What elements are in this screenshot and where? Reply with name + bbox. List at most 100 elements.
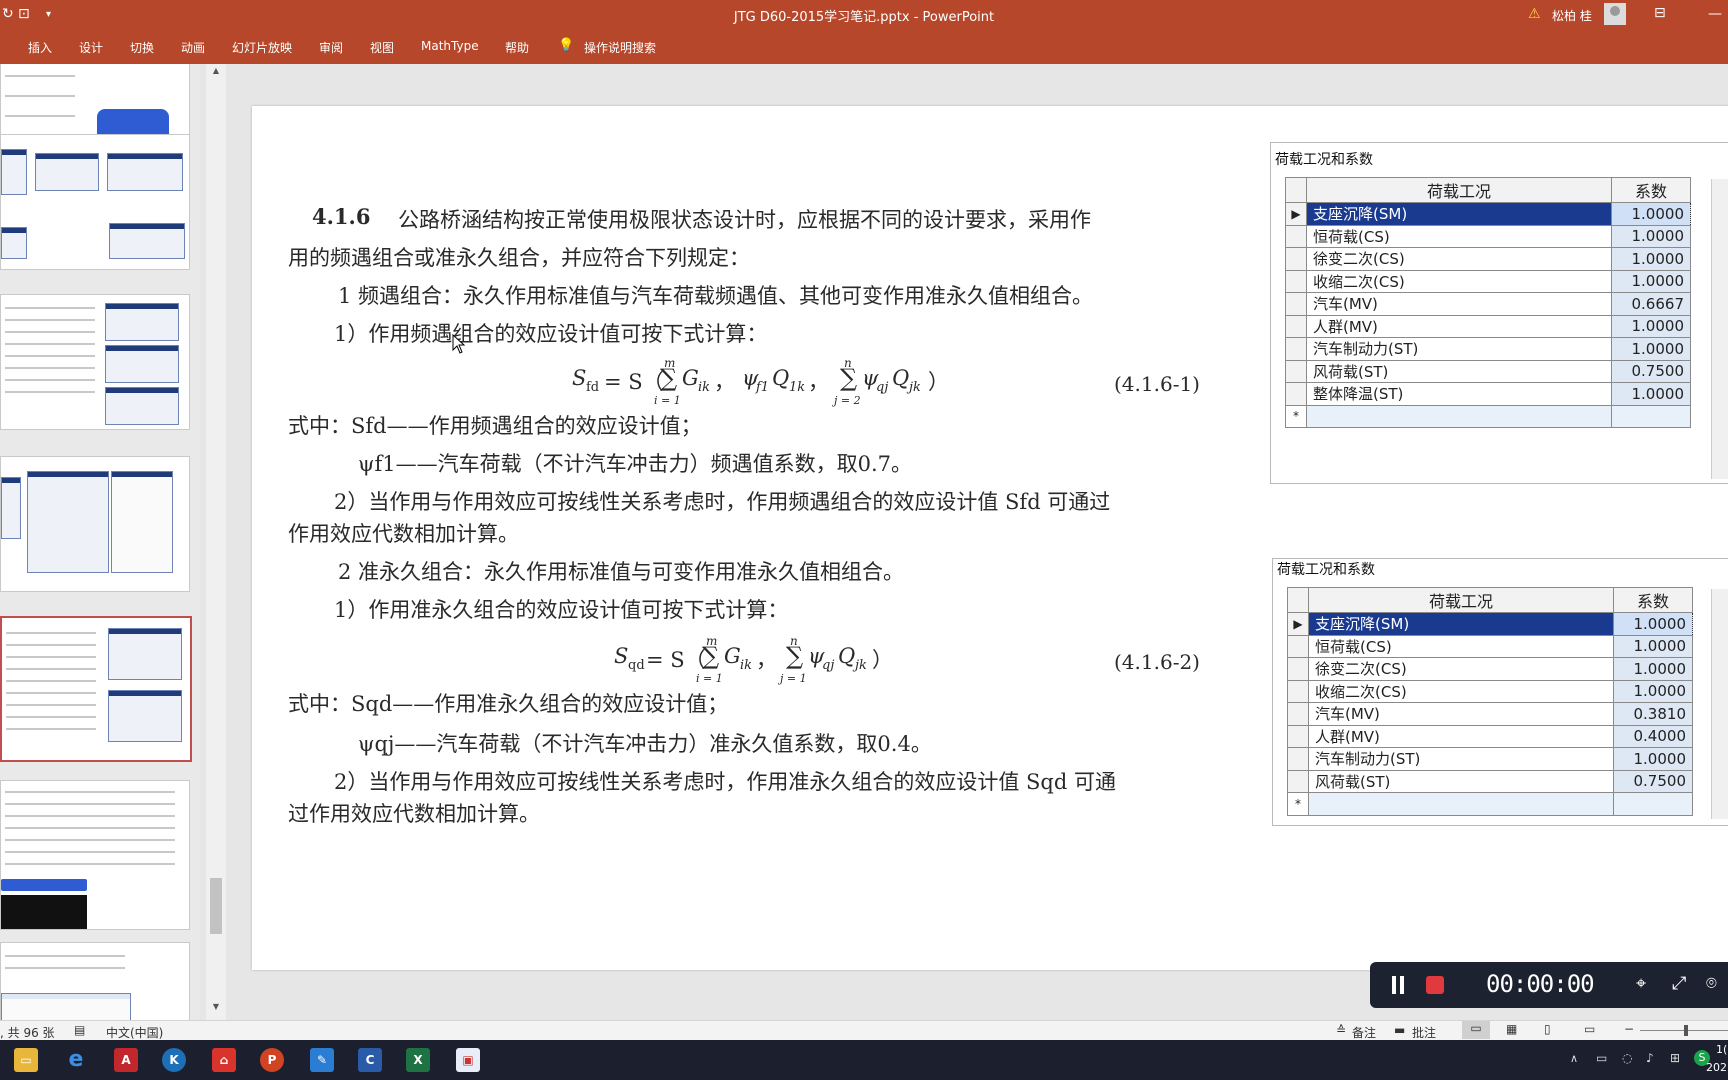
row-selector-current[interactable]: ▶ [1285,202,1307,226]
input-method-icon[interactable]: ⊞ [1670,1051,1680,1065]
slideshow-view-icon[interactable]: ▭ [1584,1022,1595,1036]
load-case-name-cell[interactable]: 风荷载(ST) [1306,359,1612,383]
coefficient-cell[interactable]: 1.0000 [1611,269,1691,293]
row-selector-current[interactable]: ▶ [1287,612,1309,636]
coefficient-cell[interactable]: 0.7500 [1613,769,1693,793]
scrollbar-thumb[interactable] [210,878,222,934]
column-header-load-case[interactable]: 荷载工况 [1306,177,1612,203]
tab-animations[interactable]: 动画 [181,39,205,56]
editor-icon[interactable]: ✎ [310,1048,334,1072]
table-row[interactable]: ▶ 支座沉降(SM) 1.0000 [1285,202,1691,226]
row-selector[interactable] [1285,247,1307,271]
comments-icon[interactable]: ▬ [1394,1023,1405,1037]
row-selector[interactable] [1285,269,1307,293]
coefficient-cell[interactable]: 0.6667 [1611,292,1691,316]
load-case-name-cell[interactable]: 汽车制动力(ST) [1308,747,1614,771]
app-c-icon[interactable]: C [358,1048,382,1072]
load-case-name-cell[interactable]: 汽车(MV) [1306,292,1612,316]
minimize-icon[interactable]: — [1708,6,1722,22]
row-selector[interactable] [1285,224,1307,248]
user-name[interactable]: 松柏 桂 [1552,7,1592,24]
table-row[interactable]: 整体降温(ST) 1.0000 [1285,382,1691,406]
row-selector[interactable] [1285,292,1307,316]
coefficient-cell[interactable]: 1.0000 [1611,382,1691,406]
table-row[interactable]: 徐变二次(CS) 1.0000 [1285,247,1691,271]
slide-thumbnail[interactable] [0,780,190,930]
coefficient-cell[interactable]: 1.0000 [1613,634,1693,658]
table-row[interactable]: 人群(MV) 1.0000 [1285,314,1691,338]
normal-view-icon[interactable]: ▭ [1462,1021,1490,1039]
load-case-name-cell[interactable]: 汽车制动力(ST) [1306,337,1612,361]
tell-me-search[interactable]: 操作说明搜索 [584,39,656,56]
volume-icon[interactable]: ♪ [1646,1051,1654,1065]
row-selector[interactable] [1287,724,1309,748]
load-case-name-cell[interactable]: 支座沉降(SM) [1308,612,1614,636]
zoom-slider-handle[interactable] [1684,1025,1688,1036]
load-case-name-cell[interactable]: 恒荷载(CS) [1306,224,1612,248]
row-selector[interactable] [1287,702,1309,726]
clock-time[interactable]: 1( [1716,1043,1727,1056]
slide-thumbnail-current[interactable] [0,616,192,762]
scroll-down-icon[interactable]: ▼ [208,1002,224,1016]
edge-browser-icon[interactable]: e [64,1048,88,1072]
coefficient-cell[interactable]: 1.0000 [1611,337,1691,361]
load-case-name-cell[interactable]: 整体降温(ST) [1306,382,1612,406]
new-row-name-cell[interactable] [1308,792,1614,816]
slide-sorter-icon[interactable]: ▦ [1506,1022,1517,1036]
load-case-name-cell[interactable]: 人群(MV) [1308,724,1614,748]
camera-icon[interactable]: ⌾ [1706,973,1717,994]
slide-thumbnail[interactable] [0,942,190,1020]
clock-date[interactable]: 202 [1706,1061,1727,1074]
table-row[interactable]: 风荷载(ST) 0.7500 [1287,769,1693,793]
load-case-name-cell[interactable]: 汽车(MV) [1308,702,1614,726]
table-row[interactable]: 汽车制动力(ST) 1.0000 [1285,337,1691,361]
row-selector[interactable] [1287,769,1309,793]
tab-view[interactable]: 视图 [370,39,394,56]
spellcheck-icon[interactable]: ▤ [74,1023,85,1037]
row-selector[interactable] [1287,679,1309,703]
row-selector[interactable] [1285,314,1307,338]
tab-slideshow[interactable]: 幻灯片放映 [232,39,292,56]
row-selector[interactable] [1287,657,1309,681]
table-scrollbar[interactable] [1711,589,1728,819]
slide-thumbnail[interactable] [0,456,190,592]
table-scrollbar[interactable] [1711,179,1728,479]
excel-icon[interactable]: X [406,1048,430,1072]
slide-thumbnail[interactable] [0,294,190,430]
table-row[interactable]: ▶ 支座沉降(SM) 1.0000 [1287,612,1693,636]
screenshot-region-icon[interactable]: ⌖ [1636,973,1646,994]
scroll-up-icon[interactable]: ▲ [208,66,224,80]
notes-button[interactable]: 备注 [1352,1024,1376,1041]
new-row-coefficient-cell[interactable] [1611,404,1691,428]
ribbon-display-options-icon[interactable]: ⊟ [1654,5,1666,21]
table-row[interactable]: 恒荷载(CS) 1.0000 [1287,634,1693,658]
powerpoint-icon[interactable]: P [260,1048,284,1072]
zoom-out-icon[interactable]: − [1624,1022,1634,1036]
app-k-icon[interactable]: K [162,1048,186,1072]
tab-review[interactable]: 审阅 [319,39,343,56]
thumbnail-scrollbar[interactable]: ▲ ▼ [206,64,226,1020]
load-case-table-2[interactable]: 荷载工况 系数 ▶ 支座沉降(SM) 1.0000 恒荷载(CS) 1.0000 徐变二次(… [1287,587,1693,816]
tab-transitions[interactable]: 切换 [130,39,154,56]
coefficient-cell[interactable]: 0.7500 [1611,359,1691,383]
tab-mathtype[interactable]: MathType [421,39,479,53]
table-row[interactable]: 汽车(MV) 0.6667 [1285,292,1691,316]
table-row[interactable]: 汽车制动力(ST) 1.0000 [1287,747,1693,771]
coefficient-cell[interactable]: 1.0000 [1613,612,1693,636]
coefficient-cell[interactable]: 1.0000 [1611,247,1691,271]
coefficient-cell[interactable]: 1.0000 [1611,314,1691,338]
load-case-name-cell[interactable]: 徐变二次(CS) [1308,657,1614,681]
tray-app-icon[interactable]: ▭ [1596,1051,1607,1065]
coefficient-cell[interactable]: 1.0000 [1613,657,1693,681]
column-header-coefficient[interactable]: 系数 [1611,177,1691,203]
table-row[interactable]: 恒荷载(CS) 1.0000 [1285,224,1691,248]
coefficient-cell[interactable]: 0.3810 [1613,702,1693,726]
coefficient-cell[interactable]: 0.4000 [1613,724,1693,748]
table-row[interactable]: 徐变二次(CS) 1.0000 [1287,657,1693,681]
row-selector[interactable] [1287,634,1309,658]
reading-view-icon[interactable]: ▯ [1544,1022,1551,1036]
row-selector[interactable] [1285,382,1307,406]
new-row-coefficient-cell[interactable] [1613,792,1693,816]
load-case-name-cell[interactable]: 徐变二次(CS) [1306,247,1612,271]
load-case-name-cell[interactable]: 收缩二次(CS) [1306,269,1612,293]
